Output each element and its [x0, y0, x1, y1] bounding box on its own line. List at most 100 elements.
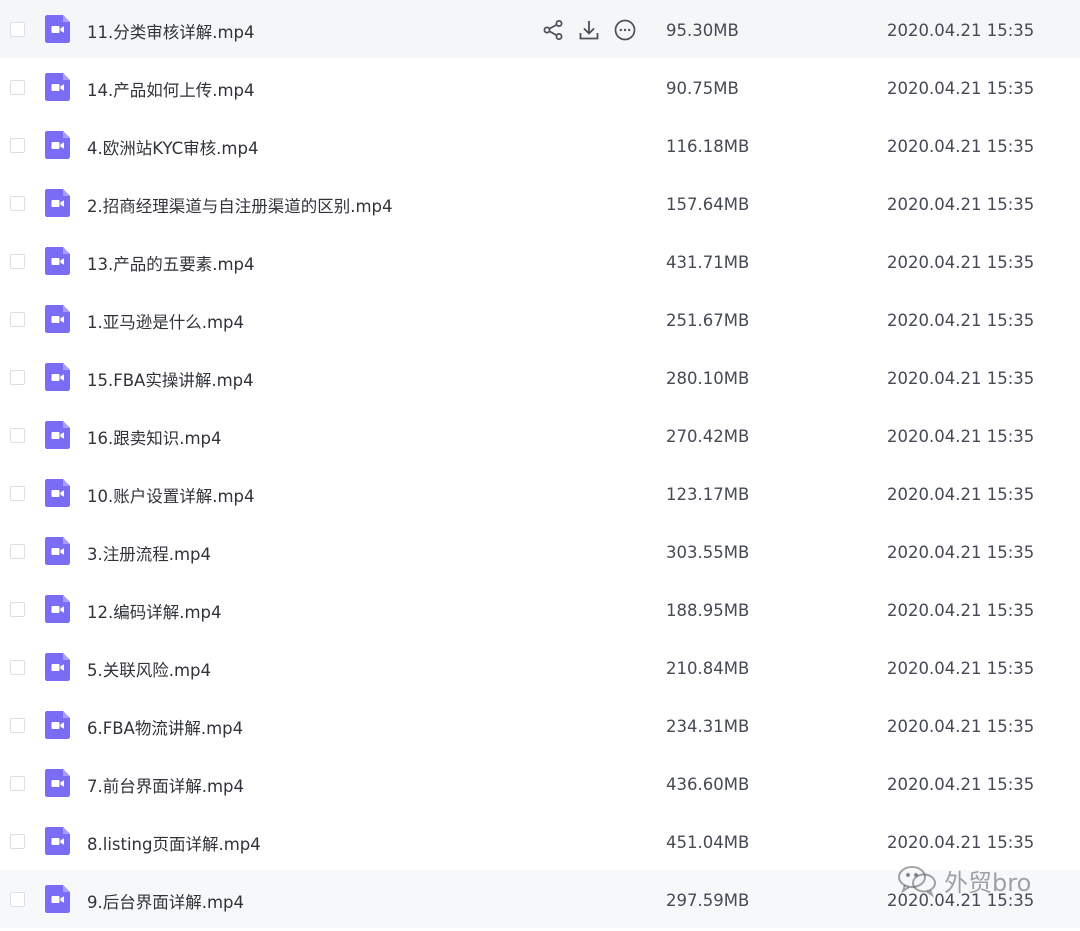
- row-checkbox[interactable]: [10, 718, 25, 733]
- file-size: 280.10MB: [666, 369, 750, 388]
- row-checkbox[interactable]: [10, 428, 25, 443]
- video-file-icon: [45, 15, 70, 43]
- table-row[interactable]: 14.产品如何上传.mp4 90.75MB 2020.04.21 15:35: [0, 58, 1080, 116]
- file-list: 11.分类审核详解.mp4 95.30MB 2020.04.21 15:35 14.产…: [0, 0, 1080, 931]
- file-date: 2020.04.21 15:35: [887, 79, 1035, 98]
- more-icon[interactable]: [613, 18, 637, 42]
- file-name[interactable]: 8.listing页面详解.mp4: [87, 831, 261, 855]
- file-date: 2020.04.21 15:35: [887, 891, 1035, 910]
- video-file-icon: [45, 595, 70, 623]
- file-date: 2020.04.21 15:35: [887, 485, 1035, 504]
- file-size: 436.60MB: [666, 775, 750, 794]
- file-date: 2020.04.21 15:35: [887, 195, 1035, 214]
- file-name[interactable]: 10.账户设置详解.mp4: [87, 483, 255, 507]
- file-name[interactable]: 5.关联风险.mp4: [87, 657, 211, 681]
- file-size: 90.75MB: [666, 79, 739, 98]
- file-date: 2020.04.21 15:35: [887, 775, 1035, 794]
- row-checkbox[interactable]: [10, 312, 25, 327]
- file-name[interactable]: 16.跟卖知识.mp4: [87, 425, 222, 449]
- video-file-icon: [45, 885, 70, 913]
- row-checkbox[interactable]: [10, 22, 25, 37]
- row-checkbox[interactable]: [10, 660, 25, 675]
- row-checkbox[interactable]: [10, 892, 25, 907]
- file-date: 2020.04.21 15:35: [887, 311, 1035, 330]
- video-file-icon: [45, 421, 70, 449]
- file-name[interactable]: 1.亚马逊是什么.mp4: [87, 309, 244, 333]
- video-file-icon: [45, 769, 70, 797]
- video-file-icon: [45, 479, 70, 507]
- file-name[interactable]: 2.招商经理渠道与自注册渠道的区别.mp4: [87, 193, 393, 217]
- file-date: 2020.04.21 15:35: [887, 717, 1035, 736]
- row-checkbox[interactable]: [10, 544, 25, 559]
- table-row[interactable]: 4.欧洲站KYC审核.mp4 116.18MB 2020.04.21 15:35: [0, 116, 1080, 174]
- table-row[interactable]: 9.后台界面详解.mp4 297.59MB 2020.04.21 15:35: [0, 870, 1080, 928]
- file-size: 157.64MB: [666, 195, 750, 214]
- file-size: 270.42MB: [666, 427, 750, 446]
- row-checkbox[interactable]: [10, 602, 25, 617]
- row-checkbox[interactable]: [10, 138, 25, 153]
- file-date: 2020.04.21 15:35: [887, 137, 1035, 156]
- row-checkbox[interactable]: [10, 776, 25, 791]
- file-date: 2020.04.21 15:35: [887, 833, 1035, 852]
- video-file-icon: [45, 131, 70, 159]
- table-row[interactable]: 3.注册流程.mp4 303.55MB 2020.04.21 15:35: [0, 522, 1080, 580]
- table-row[interactable]: 7.前台界面详解.mp4 436.60MB 2020.04.21 15:35: [0, 754, 1080, 812]
- row-checkbox[interactable]: [10, 196, 25, 211]
- video-file-icon: [45, 537, 70, 565]
- file-size: 234.31MB: [666, 717, 750, 736]
- file-name[interactable]: 12.编码详解.mp4: [87, 599, 222, 623]
- table-row[interactable]: 15.FBA实操讲解.mp4 280.10MB 2020.04.21 15:35: [0, 348, 1080, 406]
- file-size: 251.67MB: [666, 311, 750, 330]
- file-date: 2020.04.21 15:35: [887, 659, 1035, 678]
- file-date: 2020.04.21 15:35: [887, 543, 1035, 562]
- table-row[interactable]: 8.listing页面详解.mp4 451.04MB 2020.04.21 15:3…: [0, 812, 1080, 870]
- file-date: 2020.04.21 15:35: [887, 21, 1035, 40]
- video-file-icon: [45, 827, 70, 855]
- file-name[interactable]: 11.分类审核详解.mp4: [87, 19, 255, 43]
- table-row[interactable]: 16.跟卖知识.mp4 270.42MB 2020.04.21 15:35: [0, 406, 1080, 464]
- table-row[interactable]: 2.招商经理渠道与自注册渠道的区别.mp4 157.64MB 2020.04.21 …: [0, 174, 1080, 232]
- row-checkbox[interactable]: [10, 80, 25, 95]
- video-file-icon: [45, 653, 70, 681]
- file-size: 123.17MB: [666, 485, 750, 504]
- video-file-icon: [45, 189, 70, 217]
- file-name[interactable]: 4.欧洲站KYC审核.mp4: [87, 135, 258, 159]
- row-checkbox[interactable]: [10, 254, 25, 269]
- share-icon[interactable]: [541, 18, 565, 42]
- file-size: 188.95MB: [666, 601, 750, 620]
- file-date: 2020.04.21 15:35: [887, 427, 1035, 446]
- video-file-icon: [45, 247, 70, 275]
- file-name[interactable]: 9.后台界面详解.mp4: [87, 889, 244, 913]
- file-name[interactable]: 7.前台界面详解.mp4: [87, 773, 244, 797]
- table-row[interactable]: 5.关联风险.mp4 210.84MB 2020.04.21 15:35: [0, 638, 1080, 696]
- file-size: 431.71MB: [666, 253, 750, 272]
- file-size: 210.84MB: [666, 659, 750, 678]
- row-actions: [541, 18, 637, 42]
- file-name[interactable]: 6.FBA物流讲解.mp4: [87, 715, 243, 739]
- video-file-icon: [45, 73, 70, 101]
- row-checkbox[interactable]: [10, 834, 25, 849]
- file-size: 451.04MB: [666, 833, 750, 852]
- file-size: 95.30MB: [666, 21, 739, 40]
- file-size: 297.59MB: [666, 891, 750, 910]
- file-size: 116.18MB: [666, 137, 750, 156]
- file-name[interactable]: 13.产品的五要素.mp4: [87, 251, 255, 275]
- row-checkbox[interactable]: [10, 370, 25, 385]
- video-file-icon: [45, 305, 70, 333]
- file-name[interactable]: 14.产品如何上传.mp4: [87, 77, 255, 101]
- file-size: 303.55MB: [666, 543, 750, 562]
- table-row[interactable]: 1.亚马逊是什么.mp4 251.67MB 2020.04.21 15:35: [0, 290, 1080, 348]
- table-row[interactable]: 11.分类审核详解.mp4 95.30MB 2020.04.21 15:35: [0, 0, 1080, 58]
- video-file-icon: [45, 711, 70, 739]
- file-name[interactable]: 15.FBA实操讲解.mp4: [87, 367, 254, 391]
- row-checkbox[interactable]: [10, 486, 25, 501]
- table-row[interactable]: 10.账户设置详解.mp4 123.17MB 2020.04.21 15:35: [0, 464, 1080, 522]
- file-date: 2020.04.21 15:35: [887, 253, 1035, 272]
- table-row[interactable]: 13.产品的五要素.mp4 431.71MB 2020.04.21 15:35: [0, 232, 1080, 290]
- file-name[interactable]: 3.注册流程.mp4: [87, 541, 211, 565]
- table-row[interactable]: 6.FBA物流讲解.mp4 234.31MB 2020.04.21 15:35: [0, 696, 1080, 754]
- file-date: 2020.04.21 15:35: [887, 601, 1035, 620]
- download-icon[interactable]: [577, 18, 601, 42]
- video-file-icon: [45, 363, 70, 391]
- table-row[interactable]: 12.编码详解.mp4 188.95MB 2020.04.21 15:35: [0, 580, 1080, 638]
